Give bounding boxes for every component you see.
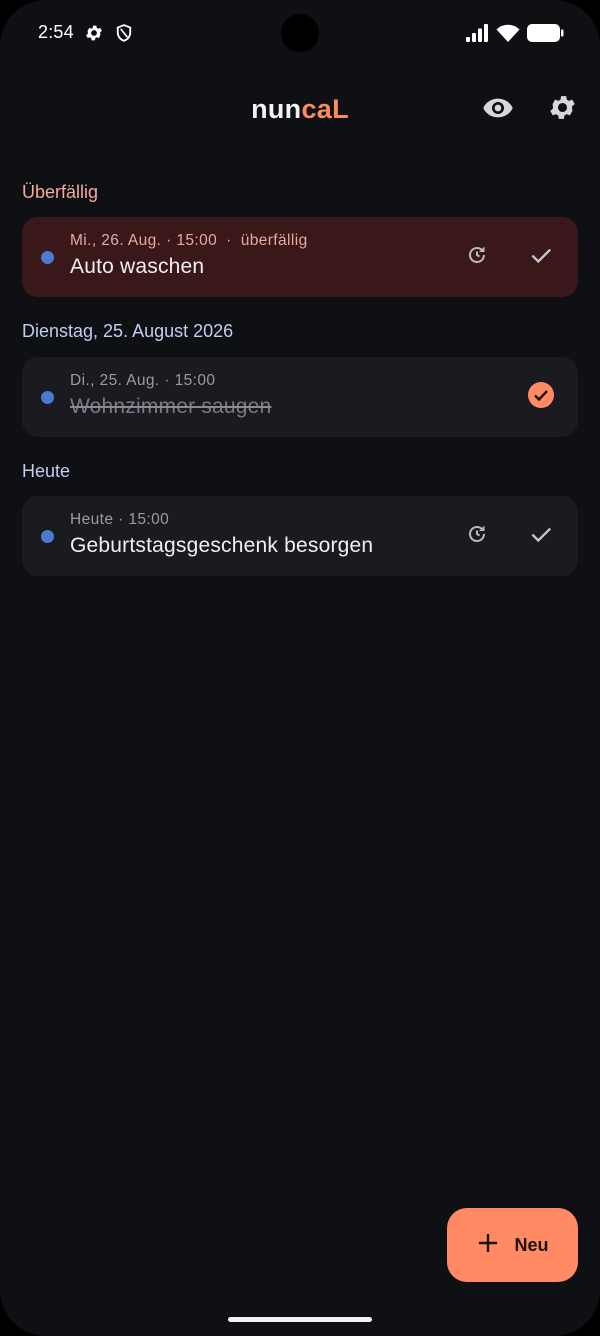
section-heading-overdue: Überfällig	[22, 182, 99, 202]
home-indicator[interactable]	[228, 1317, 372, 1322]
section-heading-date: Dienstag, 25. August 2026	[22, 321, 234, 341]
task-card[interactable]: Di., 25. Aug. · 15:00 Wohnzimmer saugen	[22, 357, 578, 437]
reschedule-button[interactable]	[457, 516, 497, 556]
task-title: Auto waschen	[70, 255, 205, 278]
camera-cutout	[281, 14, 319, 52]
check-circle-icon	[527, 381, 555, 414]
complete-button[interactable]	[521, 516, 561, 556]
new-task-button[interactable]: Neu	[447, 1208, 578, 1282]
refresh-icon	[465, 522, 489, 551]
task-title: Wohnzimmer saugen	[70, 395, 272, 418]
refresh-icon	[465, 243, 489, 272]
task-card[interactable]: Mi., 26. Aug. · 15:00 · überfällig Auto wa…	[22, 217, 578, 297]
task-meta: Di., 25. Aug. · 15:00	[70, 372, 216, 389]
status-bar: 2:54	[0, 0, 600, 68]
task-dot	[41, 391, 54, 404]
task-meta: Heute · 15:00	[70, 511, 170, 528]
reschedule-button[interactable]	[457, 237, 497, 277]
shield-icon	[114, 23, 134, 43]
check-icon	[528, 242, 554, 273]
settings-gear-icon	[84, 23, 104, 43]
wifi-icon	[496, 23, 520, 48]
completed-checkbox[interactable]	[521, 377, 561, 417]
new-task-label: Neu	[514, 1234, 549, 1255]
status-time: 2:54	[38, 22, 74, 42]
section-heading-today: Heute	[22, 461, 71, 481]
check-icon	[528, 521, 554, 552]
app-title-part1: nun	[251, 94, 302, 124]
settings-button[interactable]	[542, 90, 582, 130]
complete-button[interactable]	[521, 237, 561, 277]
settings-icon	[547, 92, 578, 128]
task-dot	[41, 251, 54, 264]
overdue-label: überfällig	[240, 232, 308, 249]
eye-icon	[482, 92, 514, 129]
battery-icon	[526, 23, 564, 48]
meta-separator: ·	[226, 232, 232, 249]
task-meta-date: Mi., 26. Aug. · 15:00	[70, 232, 218, 249]
app-title-part2: caL	[301, 94, 349, 124]
task-card[interactable]: Heute · 15:00 Geburtstagsgeschenk besorg…	[22, 496, 578, 576]
plus-icon	[476, 1231, 500, 1260]
task-meta: Mi., 26. Aug. · 15:00 · überfällig	[70, 232, 308, 250]
app-screen: 2:54 nuncaL Überfällig Mi., 26. Aug. · 1…	[0, 0, 600, 1336]
task-dot	[41, 530, 54, 543]
signal-icon	[465, 23, 489, 48]
task-title: Geburtstagsgeschenk besorgen	[70, 534, 374, 557]
toggle-visibility-button[interactable]	[478, 90, 518, 130]
